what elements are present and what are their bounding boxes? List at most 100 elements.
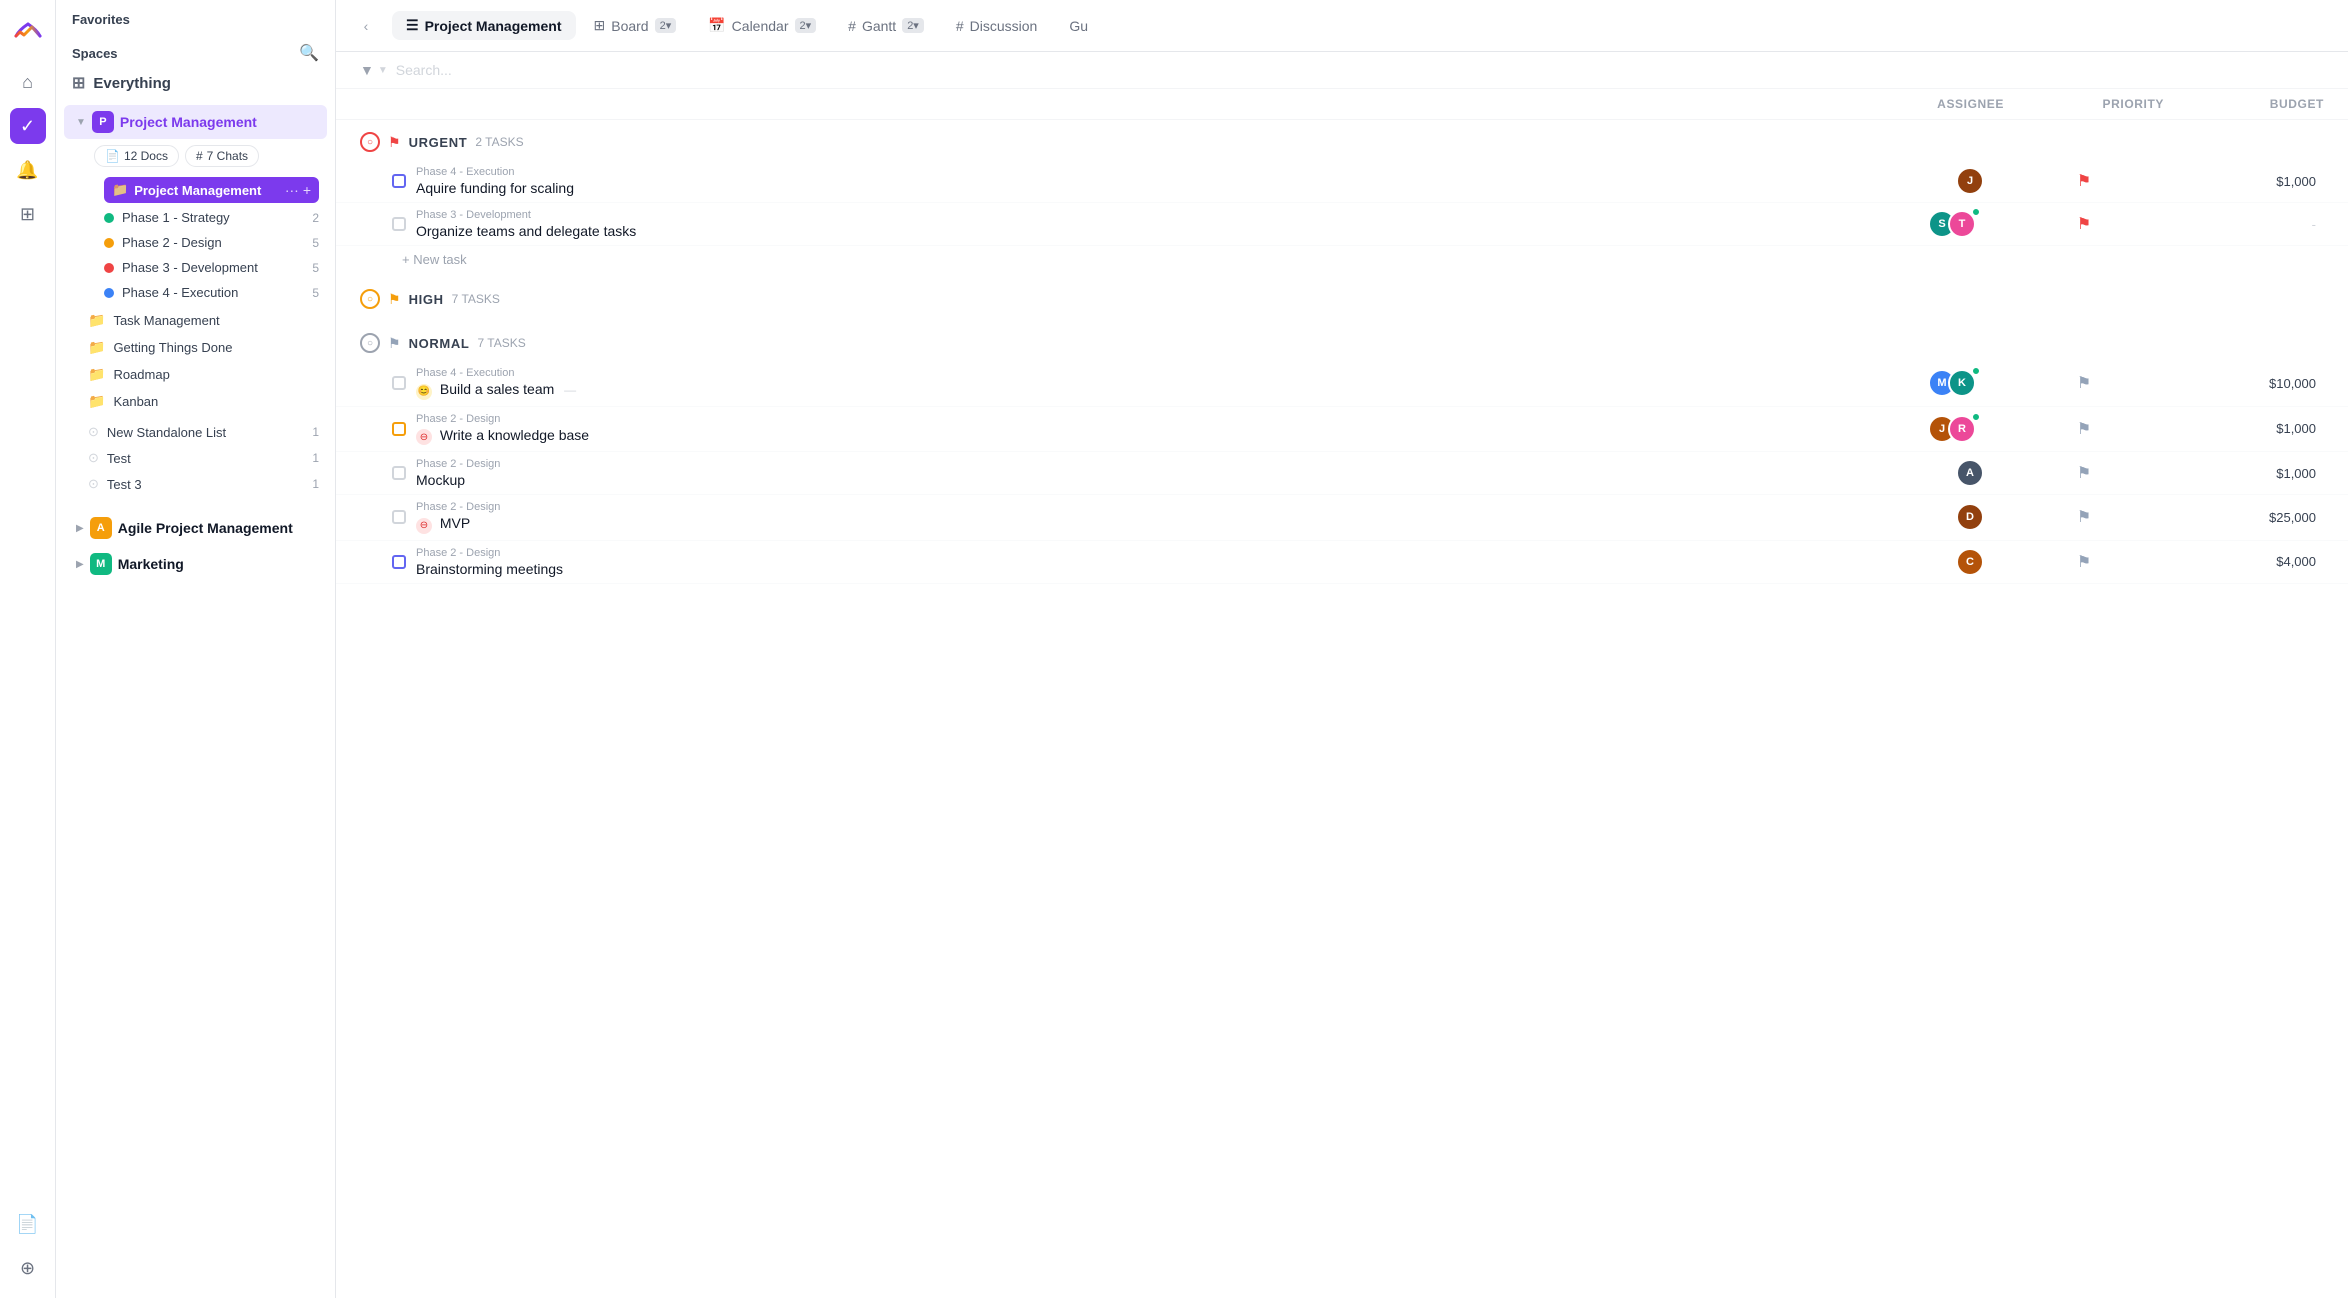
task-name: 😊 Build a sales team — (416, 381, 576, 400)
task-phase: Phase 4 - Execution (416, 367, 576, 379)
high-task-count: 7 TASKS (452, 292, 500, 306)
assignee-cell: S T (1844, 210, 2004, 238)
home-icon-btn[interactable]: ⌂ (10, 64, 46, 100)
online-indicator (1972, 413, 1980, 421)
chats-icon: # (196, 149, 203, 163)
project-management-list-item[interactable]: 📁 Project Management ··· + (104, 177, 319, 203)
task-management-label: Task Management (113, 313, 319, 328)
test3-count: 1 (312, 477, 319, 491)
discussion-tab-label: Discussion (970, 18, 1038, 34)
priority-cell: ⚑ (2004, 507, 2164, 527)
new-standalone-label: New Standalone List (107, 425, 304, 440)
spaces-search-button[interactable]: 🔍 (299, 43, 319, 63)
task-management-folder[interactable]: 📁 Task Management (80, 307, 327, 334)
everything-item[interactable]: ⊞ Everything (56, 67, 335, 99)
task-name: Brainstorming meetings (416, 561, 563, 577)
task-checkbox[interactable] (392, 376, 406, 390)
urgent-header[interactable]: ○ ⚑ URGENT 2 TASKS (336, 120, 2348, 160)
task-phase: Phase 2 - Design (416, 458, 500, 470)
tab-more[interactable]: Gu (1055, 12, 1102, 40)
table-row[interactable]: Phase 3 - Development Organize teams and… (336, 203, 2348, 246)
agile-space-item[interactable]: ▶ A Agile Project Management (64, 511, 327, 545)
integrations-icon-btn[interactable]: ⊕ (10, 1250, 46, 1286)
chats-chip[interactable]: # 7 Chats (185, 145, 259, 167)
tab-list[interactable]: ☰ Project Management (392, 11, 576, 40)
avatar: J (1956, 167, 1984, 195)
tab-board[interactable]: ⊞ Board 2▾ (580, 11, 691, 40)
high-header[interactable]: ○ ⚑ HIGH 7 TASKS (336, 277, 2348, 317)
task-checkbox[interactable] (392, 466, 406, 480)
phase3-item[interactable]: Phase 3 - Development 5 (96, 255, 327, 280)
notifications-icon-btn[interactable]: 🔔 (10, 152, 46, 188)
app-logo[interactable] (10, 12, 46, 48)
urgent-group: ○ ⚑ URGENT 2 TASKS Phase 4 - Execution A… (336, 120, 2348, 273)
assignee-avatar: J (1956, 167, 1984, 195)
sidebar-collapse-button[interactable]: ‹ (352, 12, 380, 40)
new-task-button[interactable]: + New task (336, 246, 2348, 273)
tab-discussion[interactable]: # Discussion (942, 12, 1052, 40)
table-row[interactable]: Phase 2 - Design Mockup A ⚑ $1,000 (336, 452, 2348, 495)
test-count: 1 (312, 451, 319, 465)
getting-things-done-folder[interactable]: 📁 Getting Things Done (80, 334, 327, 361)
table-row[interactable]: Phase 2 - Design ⊖ Write a knowledge bas… (336, 407, 2348, 453)
task-checkbox[interactable] (392, 555, 406, 569)
pm-add-button[interactable]: + (303, 182, 311, 198)
agile-space-avatar: A (90, 517, 112, 539)
phase3-color-dot (104, 263, 114, 273)
phase1-item[interactable]: Phase 1 - Strategy 2 (96, 205, 327, 230)
phase4-item[interactable]: Phase 4 - Execution 5 (96, 280, 327, 305)
chevron-down-icon: ▼ (76, 117, 86, 128)
urgent-task-count: 2 TASKS (475, 135, 523, 149)
search-input[interactable] (396, 62, 2324, 78)
tasks-icon-btn[interactable]: ✓ (10, 108, 46, 144)
pm-dots-button[interactable]: ··· (285, 182, 299, 198)
table-row[interactable]: Phase 4 - Execution 😊 Build a sales team… (336, 361, 2348, 407)
apps-icon-btn[interactable]: ⊞ (10, 196, 46, 232)
urgent-collapse-button[interactable]: ○ (360, 132, 380, 152)
high-collapse-button[interactable]: ○ (360, 289, 380, 309)
test-list-item[interactable]: ⊙ Test 1 (80, 445, 327, 471)
priority-flag-icon: ⚑ (2077, 214, 2091, 234)
space-avatar-pm: P (92, 111, 114, 133)
phase2-label: Phase 2 - Design (122, 235, 295, 250)
list-icon: ⊙ (88, 476, 99, 492)
normal-collapse-button[interactable]: ○ (360, 333, 380, 353)
task-checkbox[interactable] (392, 174, 406, 188)
phase4-color-dot (104, 288, 114, 298)
tab-gantt[interactable]: # Gantt 2▾ (834, 12, 938, 40)
roadmap-label: Roadmap (113, 367, 319, 382)
phase1-count: 2 (303, 211, 319, 225)
calendar-tab-icon: 📅 (708, 17, 725, 34)
space-project-management[interactable]: ▼ P Project Management (64, 105, 327, 139)
list-tab-icon: ☰ (406, 17, 419, 34)
docs-chip[interactable]: 📄 12 Docs (94, 145, 179, 167)
task-name: Mockup (416, 472, 500, 488)
avatar-stack: J R (1928, 415, 1984, 443)
roadmap-folder[interactable]: 📁 Roadmap (80, 361, 327, 388)
kanban-label: Kanban (113, 394, 319, 409)
table-row[interactable]: Phase 4 - Execution Aquire funding for s… (336, 160, 2348, 203)
phase4-label: Phase 4 - Execution (122, 285, 295, 300)
phase2-item[interactable]: Phase 2 - Design 5 (96, 230, 327, 255)
avatar: K (1948, 369, 1976, 397)
test3-list-item[interactable]: ⊙ Test 3 1 (80, 471, 327, 497)
normal-header[interactable]: ○ ⚑ NORMAL 7 TASKS (336, 321, 2348, 361)
table-row[interactable]: Phase 2 - Design ⊖ MVP D ⚑ $25,000 (336, 495, 2348, 541)
budget-cell: $1,000 (2164, 174, 2324, 189)
avatar-stack: M K (1928, 369, 1984, 397)
docs-icon-btn[interactable]: 📄 (10, 1206, 46, 1242)
normal-task-count: 7 TASKS (478, 336, 526, 350)
marketing-space-item[interactable]: ▶ M Marketing (64, 547, 327, 581)
tab-calendar[interactable]: 📅 Calendar 2▾ (694, 11, 830, 40)
avatar: D (1956, 503, 1984, 531)
task-checkbox[interactable] (392, 422, 406, 436)
filter-button[interactable]: ▼ ▼ (360, 62, 388, 78)
priority-flag-icon: ⚑ (2077, 171, 2091, 191)
task-checkbox[interactable] (392, 510, 406, 524)
task-checkbox[interactable] (392, 217, 406, 231)
new-standalone-list-item[interactable]: ⊙ New Standalone List 1 (80, 419, 327, 445)
list-icon: ⊙ (88, 424, 99, 440)
kanban-folder[interactable]: 📁 Kanban (80, 388, 327, 415)
docs-chats-row: 📄 12 Docs # 7 Chats (56, 141, 335, 175)
table-row[interactable]: Phase 2 - Design Brainstorming meetings … (336, 541, 2348, 584)
